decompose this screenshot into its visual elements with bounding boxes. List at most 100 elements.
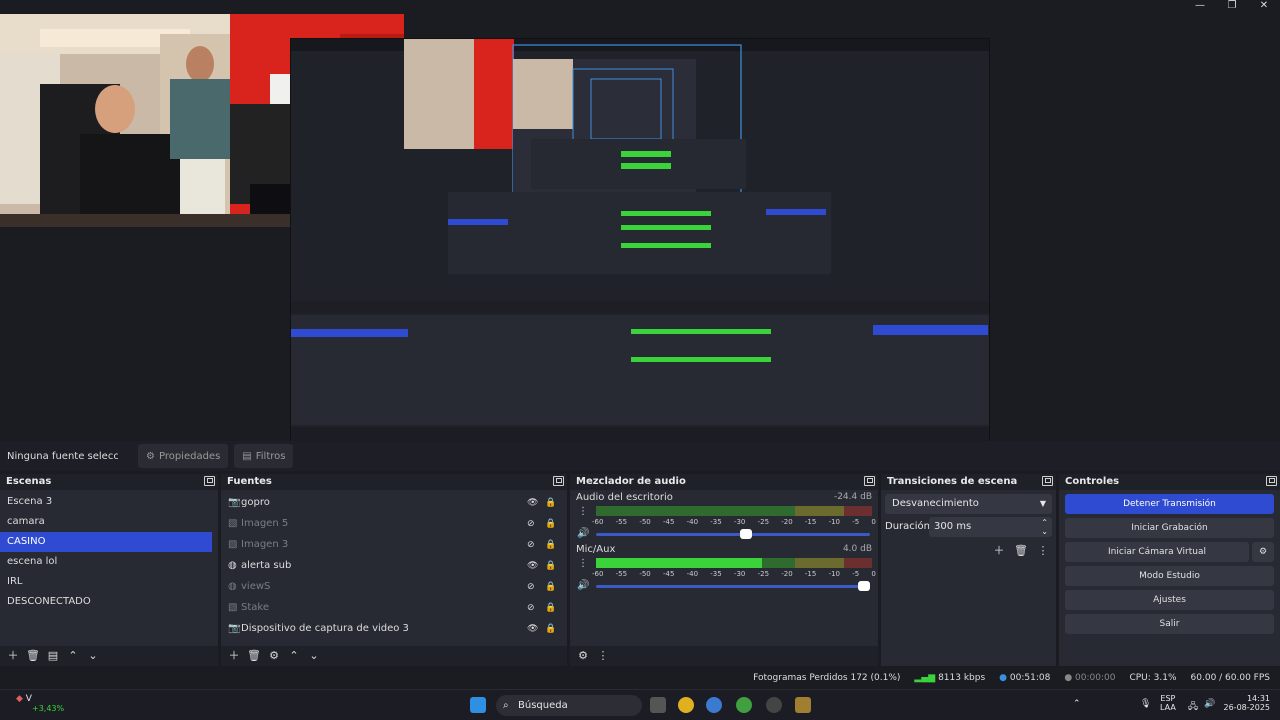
lock-icon[interactable]: 🔒 <box>545 498 556 508</box>
maximize-button[interactable]: ❐ <box>1216 0 1248 14</box>
source-item-capture-device[interactable]: 📷 Dispositivo de captura de video 3 👁 🔒 <box>221 618 567 639</box>
tick-label: -5 <box>852 518 860 526</box>
eye-off-icon[interactable]: ⊘ <box>527 603 539 613</box>
arrow-up-icon[interactable]: ⌃ <box>287 649 301 663</box>
undock-icon[interactable] <box>204 476 215 486</box>
scene-item[interactable]: IRL <box>0 572 218 592</box>
arrow-up-icon[interactable]: ⌃ <box>66 649 80 663</box>
chrome-icon-2[interactable] <box>736 697 752 713</box>
obs-icon[interactable] <box>766 697 782 713</box>
eye-icon[interactable]: 👁 <box>527 498 539 508</box>
stream-preview[interactable] <box>0 14 1280 446</box>
volume-slider[interactable] <box>596 529 870 539</box>
source-item-gopro[interactable]: 📷 gopro 👁 🔒 <box>221 492 567 513</box>
volume-slider-knob[interactable] <box>740 529 753 539</box>
microphone-icon[interactable]: 🎙 <box>1140 699 1151 709</box>
duration-spinbox[interactable]: 300 ms ⌃ ⌄ <box>929 517 1052 537</box>
taskbar-search[interactable]: ⌕ Búsqueda <box>496 695 642 716</box>
arrow-down-icon[interactable]: ⌄ <box>307 649 321 663</box>
tick-label: -20 <box>781 570 793 578</box>
undock-icon[interactable] <box>553 476 564 486</box>
chevron-up-icon[interactable]: ⌃ <box>1073 699 1081 709</box>
trash-icon[interactable]: 🗑 <box>247 649 261 663</box>
source-item-imagen-5[interactable]: ▧ Imagen 5 ⊘ 🔒 <box>221 513 567 534</box>
add-icon[interactable]: ＋ <box>6 649 20 663</box>
bitrate: 8113 kbps <box>938 673 986 683</box>
meter-ticks: -60 -55 -50 -45 -40 -35 -30 -25 -20 -15 -10 -5 0 <box>592 518 876 526</box>
start-recording-button[interactable]: Iniciar Grabación <box>1065 518 1274 538</box>
speaker-icon[interactable]: 🔊 <box>577 528 589 539</box>
source-label: Imagen 5 <box>241 518 289 529</box>
spin-down-icon[interactable]: ⌄ <box>1041 522 1048 542</box>
lock-icon[interactable]: 🔒 <box>545 519 556 529</box>
scene-item[interactable]: camara <box>0 512 218 532</box>
stream-time: 00:51:08 <box>1009 673 1051 683</box>
close-button[interactable]: ✕ <box>1248 0 1280 14</box>
more-icon[interactable]: ⋮ <box>578 558 588 569</box>
trash-icon[interactable]: 🗑 <box>26 649 40 663</box>
properties-button[interactable]: ⚙ Propiedades <box>138 444 229 468</box>
record-icon: ● <box>1064 673 1073 683</box>
settings-button[interactable]: Ajustes <box>1065 590 1274 610</box>
lock-icon[interactable]: 🔒 <box>545 603 556 613</box>
edge-icon[interactable] <box>706 697 722 713</box>
source-item-alerta-sub[interactable]: ◍ alerta sub 👁 🔒 <box>221 555 567 576</box>
virtual-camera-row: Iniciar Cámara Virtual ⚙ <box>1065 542 1274 562</box>
clock[interactable]: 14:31 26-08-2025 <box>1222 694 1271 712</box>
eye-icon[interactable]: 👁 <box>527 624 539 634</box>
lock-icon[interactable]: 🔒 <box>545 582 556 592</box>
undock-icon[interactable] <box>1042 476 1053 486</box>
more-icon[interactable]: ⋮ <box>596 649 610 663</box>
volume-icon[interactable]: 🔊 <box>1204 699 1215 709</box>
studio-mode-button[interactable]: Modo Estudio <box>1065 566 1274 586</box>
stop-stream-button[interactable]: Detener Transmisión <box>1065 494 1274 514</box>
scene-item[interactable]: escena lol <box>0 552 218 572</box>
lock-icon[interactable]: 🔒 <box>545 561 556 571</box>
app-icon[interactable] <box>795 697 811 713</box>
eye-icon[interactable]: 👁 <box>527 561 539 571</box>
tick-label: -15 <box>804 570 817 578</box>
filter-icon[interactable]: ▤ <box>46 649 60 663</box>
trash-icon[interactable]: 🗑 <box>1014 544 1028 558</box>
volume-slider-knob[interactable] <box>858 581 870 591</box>
gear-icon[interactable]: ⚙ <box>576 649 590 663</box>
globe-icon: ◍ <box>228 559 237 571</box>
filters-button[interactable]: ▤ Filtros <box>234 444 294 468</box>
windows-start-icon[interactable] <box>470 697 486 713</box>
undock-icon[interactable] <box>1266 476 1277 486</box>
add-icon[interactable]: ＋ <box>227 649 241 663</box>
eye-off-icon[interactable]: ⊘ <box>527 582 539 592</box>
stock-widget[interactable]: ◆ V +3,43% <box>16 694 76 713</box>
arrow-down-icon[interactable]: ⌄ <box>86 649 100 663</box>
source-item-views[interactable]: ◍ viewS ⊘ 🔒 <box>221 576 567 597</box>
scene-item-active[interactable]: CASINO <box>0 532 212 552</box>
source-item-imagen-3[interactable]: ▧ Imagen 3 ⊘ 🔒 <box>221 534 567 555</box>
transition-select[interactable]: Desvanecimiento ▼ <box>885 494 1052 514</box>
more-icon[interactable]: ⋮ <box>1036 544 1050 558</box>
scene-item[interactable]: Escena 3 <box>0 492 218 512</box>
task-view-icon[interactable] <box>650 697 666 713</box>
language-indicator[interactable]: ESP LAA <box>1160 694 1176 712</box>
speaker-icon[interactable]: 🔊 <box>577 580 589 591</box>
scenes-title: Escenas <box>6 476 52 487</box>
gear-icon[interactable]: ⚙ <box>1252 542 1274 562</box>
sources-toolbar: ＋ 🗑 ⚙ ⌃ ⌄ <box>221 646 567 666</box>
eye-off-icon[interactable]: ⊘ <box>527 540 539 550</box>
volume-slider[interactable] <box>596 581 870 591</box>
more-icon[interactable]: ⋮ <box>578 506 588 517</box>
lock-icon[interactable]: 🔒 <box>545 540 556 550</box>
virtual-camera-button[interactable]: Iniciar Cámara Virtual <box>1065 542 1249 562</box>
chrome-icon[interactable] <box>678 697 694 713</box>
clock-date: 26-08-2025 <box>1223 703 1271 712</box>
network-icon[interactable]: 🖧 <box>1188 699 1198 715</box>
properties-label: Propiedades <box>158 450 221 462</box>
lock-icon[interactable]: 🔒 <box>545 624 556 634</box>
exit-button[interactable]: Salir <box>1065 614 1274 634</box>
eye-off-icon[interactable]: ⊘ <box>527 519 539 529</box>
add-icon[interactable]: ＋ <box>992 544 1006 558</box>
source-item-stake[interactable]: ▧ Stake ⊘ 🔒 <box>221 597 567 618</box>
undock-icon[interactable] <box>864 476 875 486</box>
minimize-button[interactable]: — <box>1184 0 1216 14</box>
gear-icon[interactable]: ⚙ <box>267 649 281 663</box>
scene-item[interactable]: DESCONECTADO <box>0 592 218 612</box>
